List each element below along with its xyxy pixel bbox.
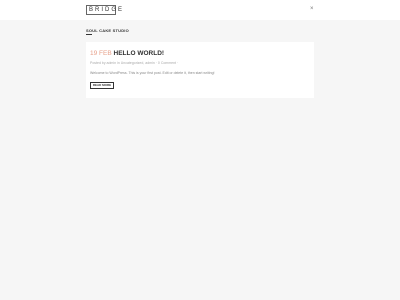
page-title: SOUL CAKE STUDIO (86, 28, 129, 33)
post-meta: Posted by admin in Uncategorized, admin … (90, 61, 179, 65)
post-date: 19 FEB (90, 50, 112, 57)
read-more-button[interactable]: READ MORE (90, 82, 114, 89)
post-excerpt: Welcome to WordPress. This is your first… (90, 71, 215, 75)
title-underline (86, 34, 92, 35)
close-icon[interactable]: × (310, 6, 314, 12)
post-heading: 19 FEB HELLO WORLD! (90, 50, 164, 58)
site-header: BRIDGE × (0, 0, 400, 20)
site-logo[interactable]: BRIDGE (86, 5, 122, 15)
post-card: 19 FEB HELLO WORLD! Posted by admin in U… (86, 42, 314, 98)
post-title[interactable]: HELLO WORLD! (114, 50, 165, 57)
